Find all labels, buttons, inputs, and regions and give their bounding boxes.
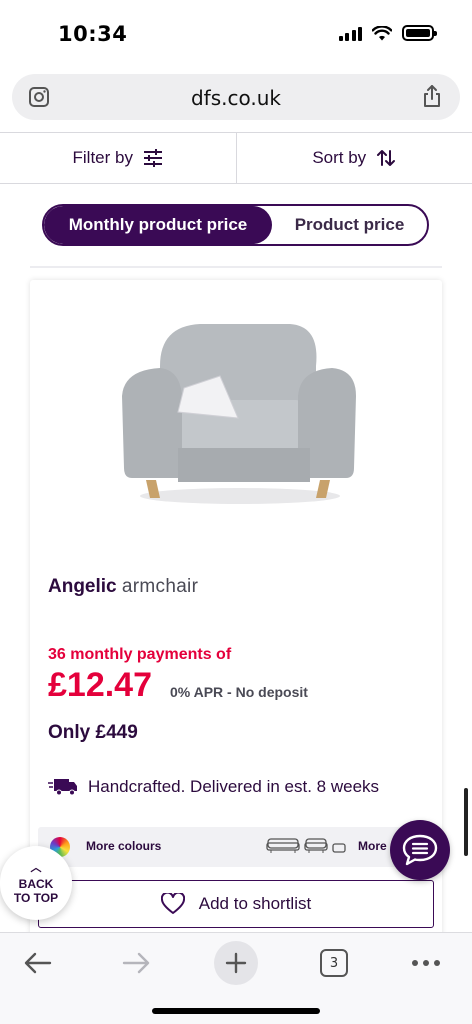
wifi-icon [372, 25, 392, 40]
options-strip: More colours More sizes [38, 827, 434, 867]
product-name-bold: Angelic [48, 576, 117, 597]
more-icon [412, 960, 440, 966]
new-tab-button[interactable] [214, 941, 258, 985]
toggle-monthly-price[interactable]: Monthly product price [44, 206, 272, 244]
product-name[interactable]: Angelic armchair [48, 576, 198, 598]
signal-icon [338, 25, 362, 41]
add-to-shortlist-button[interactable]: Add to shortlist [38, 880, 434, 928]
apr-text: 0% APR - No deposit [170, 684, 308, 700]
sofa-size-icon [266, 836, 346, 854]
url-text[interactable]: dfs.co.uk [12, 86, 460, 110]
forward-arrow-icon [122, 952, 150, 974]
heart-icon [160, 893, 185, 914]
monthly-payments-label: 36 monthly payments of [48, 646, 232, 663]
filter-sort-bar: Filter by Sort by [0, 132, 472, 184]
chevron-up-icon: ︿ [30, 862, 42, 874]
battery-icon [402, 25, 437, 41]
chat-icon [402, 834, 438, 866]
home-indicator [152, 1008, 320, 1014]
shortlist-label: Add to shortlist [198, 894, 312, 913]
more-button[interactable] [408, 945, 444, 981]
price-toggle: Monthly product price Product price [42, 204, 429, 246]
share-icon[interactable] [422, 84, 442, 108]
divider [30, 266, 442, 268]
tabs-button[interactable]: 3 [319, 945, 349, 981]
monthly-price: £12.47 [48, 666, 152, 704]
filter-button[interactable]: Filter by [0, 133, 236, 183]
forward-button[interactable] [120, 945, 152, 981]
status-icons [338, 25, 437, 41]
back-button[interactable] [22, 945, 54, 981]
scrollbar[interactable] [464, 788, 468, 856]
product-image[interactable] [120, 318, 360, 508]
sort-arrows-icon [377, 150, 396, 166]
product-name-rest: armchair [121, 576, 199, 597]
filter-label: Filter by [72, 148, 133, 167]
delivery-info: Handcrafted. Delivered in est. 8 weeks [48, 777, 379, 797]
chat-button[interactable] [390, 820, 450, 880]
delivery-text: Handcrafted. Delivered in est. 8 weeks [88, 777, 380, 796]
status-time: 10:34 [58, 22, 128, 46]
filter-sliders-icon [143, 149, 162, 167]
toggle-product-price[interactable]: Product price [272, 206, 427, 244]
product-card[interactable]: Angelic armchair 36 monthly payments of … [30, 280, 442, 940]
back-to-top-line2: TO TOP [13, 891, 59, 905]
total-price: Only £449 [48, 722, 138, 743]
tabs-icon: 3 [320, 949, 348, 977]
back-to-top-line1: BACK [18, 877, 54, 891]
plus-icon [225, 952, 247, 974]
sort-button[interactable]: Sort by [235, 133, 472, 183]
back-to-top-button[interactable]: ︿ BACK TO TOP [0, 846, 72, 920]
status-bar: 10:34 [0, 0, 472, 70]
delivery-truck-icon [48, 779, 77, 796]
url-bar[interactable]: dfs.co.uk [12, 74, 460, 120]
more-colours-link[interactable]: More colours [86, 839, 161, 853]
back-arrow-icon [24, 952, 52, 974]
sort-label: Sort by [312, 148, 367, 167]
